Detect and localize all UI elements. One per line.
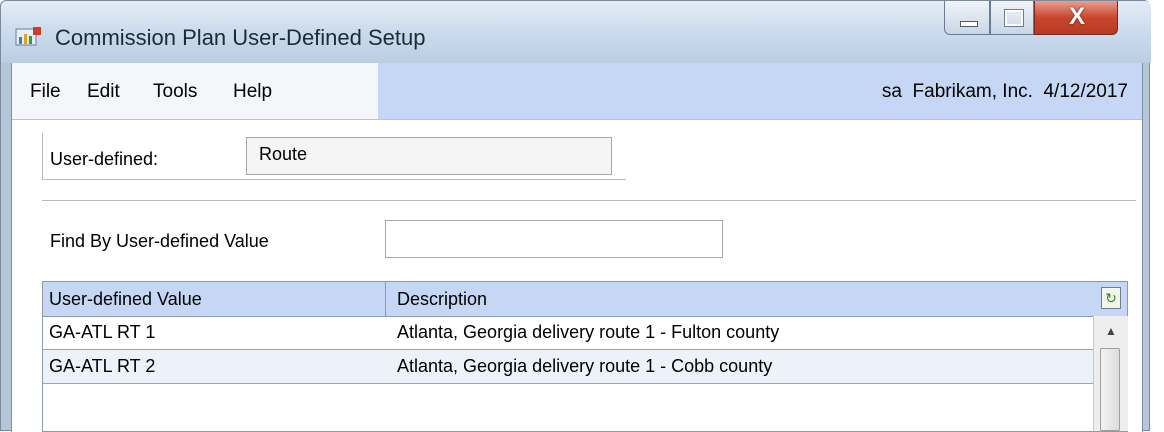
- window-title: Commission Plan User-Defined Setup: [55, 25, 426, 50]
- column-separator: [385, 282, 386, 316]
- menu-bar: File Edit Tools Help sa Fabrikam, Inc. 4…: [12, 63, 1142, 120]
- menu-items-area: File Edit Tools Help: [12, 63, 378, 119]
- row-description: Atlanta, Georgia delivery route 1 - Fult…: [397, 322, 780, 342]
- close-button[interactable]: X: [1034, 1, 1118, 35]
- row-value: GA-ATL RT 1: [49, 322, 156, 342]
- window-frame: Commission Plan User-Defined Setup X Fil…: [0, 0, 1151, 432]
- scroll-thumb[interactable]: [1100, 348, 1120, 431]
- table-row[interactable]: [43, 384, 1093, 418]
- status-area: sa Fabrikam, Inc. 4/12/2017: [378, 63, 1142, 119]
- title-bar[interactable]: Commission Plan User-Defined Setup X: [1, 1, 1151, 63]
- table-row[interactable]: GA-ATL RT 1 Atlanta, Georgia delivery ro…: [43, 316, 1093, 350]
- menu-file[interactable]: File: [30, 81, 61, 103]
- user-defined-label: User-defined:: [50, 149, 159, 169]
- row-value: GA-ATL RT 2: [49, 356, 156, 376]
- grid-header: User-defined Value Description ↻: [43, 282, 1127, 317]
- divider: [42, 200, 1136, 201]
- user-defined-field: Route: [246, 137, 612, 175]
- menu-tools[interactable]: Tools: [153, 81, 197, 103]
- refresh-icon[interactable]: ↻: [1101, 287, 1121, 309]
- column-user-defined-value[interactable]: User-defined Value: [49, 289, 202, 310]
- values-grid: User-defined Value Description ↻ GA-ATL …: [42, 281, 1128, 432]
- find-label: Find By User-defined Value: [50, 231, 269, 251]
- table-row[interactable]: GA-ATL RT 2 Atlanta, Georgia delivery ro…: [43, 350, 1093, 384]
- close-icon: X: [1068, 3, 1085, 30]
- find-input[interactable]: [385, 220, 723, 258]
- scroll-up-icon[interactable]: ▲: [1094, 316, 1128, 346]
- user-company-date: sa Fabrikam, Inc. 4/12/2017: [881, 81, 1128, 102]
- minimize-icon: [960, 21, 978, 27]
- vertical-scrollbar[interactable]: ▲: [1093, 316, 1128, 431]
- minimize-button[interactable]: [944, 1, 990, 35]
- column-description[interactable]: Description: [397, 289, 487, 310]
- menu-help[interactable]: Help: [233, 81, 272, 103]
- maximize-button[interactable]: [990, 1, 1034, 35]
- client-area: File Edit Tools Help sa Fabrikam, Inc. 4…: [11, 63, 1143, 432]
- row-description: Atlanta, Georgia delivery route 1 - Cobb…: [397, 356, 773, 376]
- maximize-icon: [1004, 9, 1024, 27]
- menu-edit[interactable]: Edit: [87, 81, 120, 103]
- window-controls: X: [944, 1, 1136, 39]
- app-icon: [15, 27, 41, 46]
